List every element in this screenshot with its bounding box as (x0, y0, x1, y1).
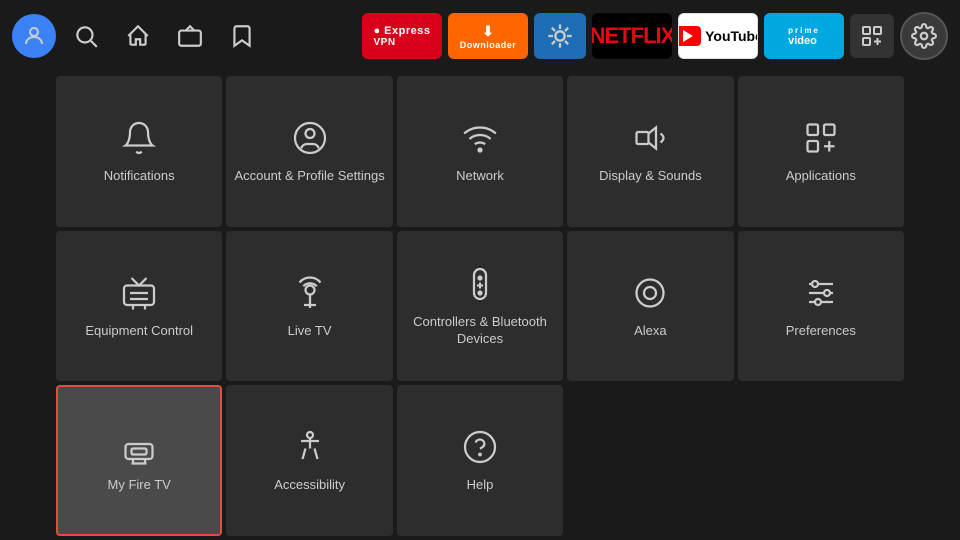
grid-item-applications[interactable]: Applications (738, 76, 904, 227)
question-icon (460, 427, 500, 467)
bell-icon (119, 118, 159, 158)
accessibility-label: Accessibility (274, 477, 345, 494)
applications-label: Applications (786, 168, 856, 185)
expressvpn-shortcut[interactable]: ● Express VPN (362, 13, 442, 59)
preferences-label: Preferences (786, 323, 856, 340)
watchlist-icon[interactable] (220, 14, 264, 58)
livetv-icon[interactable] (168, 14, 212, 58)
grid-item-display-sounds[interactable]: Display & Sounds (567, 76, 733, 227)
settings-gear-icon[interactable] (900, 12, 948, 60)
grid-item-notifications[interactable]: Notifications (56, 76, 222, 227)
display-sounds-label: Display & Sounds (599, 168, 702, 185)
user-avatar[interactable] (12, 14, 56, 58)
settings-grid: Notifications Account & Profile Settings… (0, 72, 960, 540)
alexa-ring-icon (630, 273, 670, 313)
app-grid-icon (801, 118, 841, 158)
app-grid-shortcut[interactable] (850, 14, 894, 58)
speaker-icon (630, 118, 670, 158)
grid-item-empty2 (738, 385, 904, 536)
my-fire-tv-label: My Fire TV (108, 477, 171, 494)
network-label: Network (456, 168, 504, 185)
notifications-label: Notifications (104, 168, 175, 185)
grid-item-livetv[interactable]: Live TV (226, 231, 392, 382)
help-label: Help (467, 477, 494, 494)
search-icon[interactable] (64, 14, 108, 58)
firetv-icon (119, 427, 159, 467)
tv-icon (119, 273, 159, 313)
grid-item-empty1 (567, 385, 733, 536)
grid-item-preferences[interactable]: Preferences (738, 231, 904, 382)
livetv-label: Live TV (288, 323, 332, 340)
sliders-icon (801, 273, 841, 313)
home-icon[interactable] (116, 14, 160, 58)
grid-item-account[interactable]: Account & Profile Settings (226, 76, 392, 227)
grid-item-my-fire-tv[interactable]: My Fire TV (56, 385, 222, 536)
topbar: ● Express VPN ⬇ Downloader NETFLIX (0, 0, 960, 72)
grid-item-equipment[interactable]: Equipment Control (56, 231, 222, 382)
downloader-shortcut[interactable]: ⬇ Downloader (448, 13, 528, 59)
app-shortcuts: ● Express VPN ⬇ Downloader NETFLIX (362, 12, 948, 60)
equipment-label: Equipment Control (85, 323, 193, 340)
youtube-shortcut[interactable]: YouTube (678, 13, 758, 59)
grid-item-help[interactable]: Help (397, 385, 563, 536)
accessibility-icon (290, 427, 330, 467)
grid-item-alexa[interactable]: Alexa (567, 231, 733, 382)
wifi-icon (460, 118, 500, 158)
alexa-label: Alexa (634, 323, 667, 340)
controllers-label: Controllers & Bluetooth Devices (405, 314, 555, 348)
account-label: Account & Profile Settings (234, 168, 384, 185)
grid-item-network[interactable]: Network (397, 76, 563, 227)
generic-app-shortcut[interactable] (534, 13, 586, 59)
grid-item-controllers[interactable]: Controllers & Bluetooth Devices (397, 231, 563, 382)
antenna-icon (290, 273, 330, 313)
grid-item-accessibility[interactable]: Accessibility (226, 385, 392, 536)
netflix-shortcut[interactable]: NETFLIX (592, 13, 672, 59)
person-circle-icon (290, 118, 330, 158)
primevideo-shortcut[interactable]: prime video (764, 13, 844, 59)
remote-icon (460, 264, 500, 304)
